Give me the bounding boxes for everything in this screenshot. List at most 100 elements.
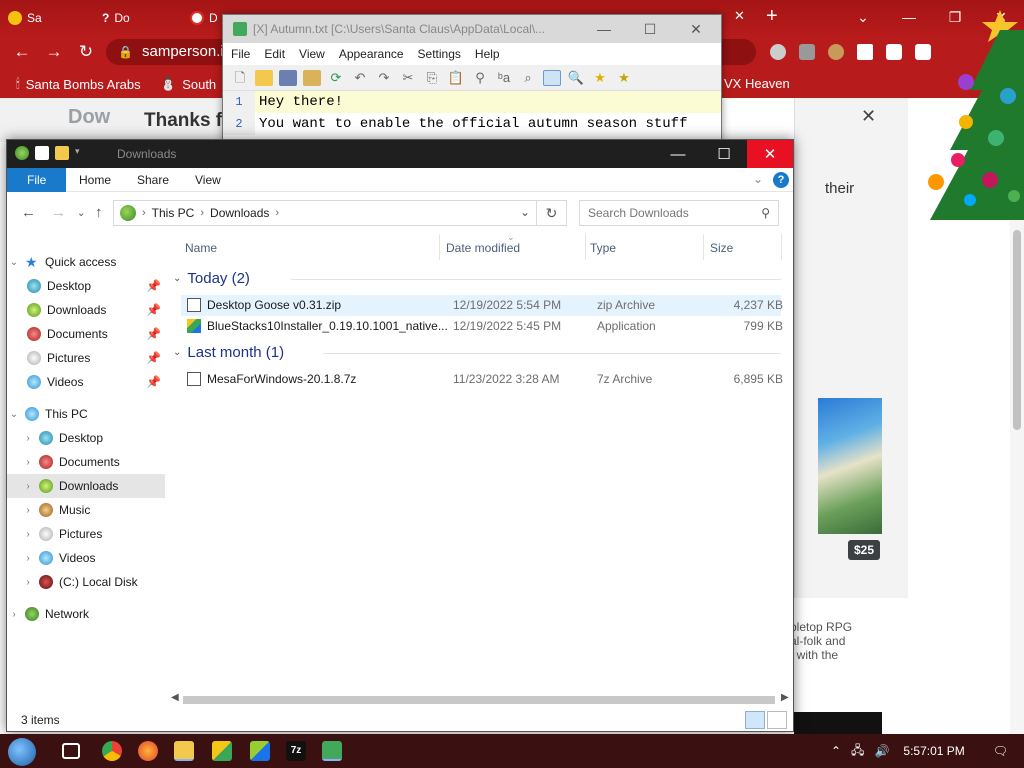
notepad2-icon[interactable] <box>322 741 342 761</box>
scroll-right-icon[interactable]: ▶ <box>781 692 789 703</box>
breadcrumb-downloads[interactable]: Downloads <box>210 206 269 220</box>
start-button[interactable] <box>8 738 36 766</box>
notepad-window[interactable]: [X] Autumn.txt [C:\Users\Santa Claus\App… <box>222 14 722 144</box>
firefox-icon[interactable] <box>138 741 158 761</box>
browser-tab[interactable]: D <box>184 4 224 32</box>
pin-icon[interactable]: 📌 <box>146 351 161 365</box>
maximize-button[interactable]: ☐ <box>627 15 673 43</box>
expanded-chevron-icon[interactable]: ⌄ <box>7 257 21 268</box>
breadcrumb-separator-icon[interactable]: › <box>275 207 279 219</box>
nav-pc-local-disk[interactable]: › (C:) Local Disk <box>7 570 165 594</box>
replace-icon[interactable]: ᵇa <box>495 70 513 86</box>
refresh-button[interactable]: ↻ <box>537 200 567 226</box>
save-icon[interactable] <box>279 69 297 86</box>
browser-tab[interactable]: Sa <box>2 4 48 32</box>
recent-locations-icon[interactable]: ⌄ <box>77 208 85 219</box>
tab-home[interactable]: Home <box>65 168 125 192</box>
column-date-modified[interactable]: Date modified <box>446 241 520 255</box>
address-bar[interactable]: › This PC › Downloads › ⌄ <box>113 200 537 226</box>
help-icon[interactable]: ? <box>773 172 789 188</box>
maximize-button[interactable]: ☐ <box>701 140 747 168</box>
breadcrumb-separator-icon[interactable]: › <box>142 207 146 219</box>
pin-icon[interactable]: 📌 <box>146 327 161 341</box>
find-icon[interactable]: ⚲ <box>471 70 489 86</box>
nav-pc-downloads[interactable]: › Downloads <box>7 474 165 498</box>
7zip-icon[interactable]: 7z <box>286 741 306 761</box>
zoom-icon[interactable]: 🔍 <box>567 70 585 86</box>
menu-help[interactable]: Help <box>475 43 500 65</box>
column-size[interactable]: Size <box>710 241 733 255</box>
scrollbar-thumb[interactable] <box>183 696 775 704</box>
expanded-chevron-icon[interactable]: ⌄ <box>7 409 21 420</box>
pin-icon[interactable]: 📌 <box>146 279 161 293</box>
reload-icon[interactable]: ⟳ <box>327 70 345 86</box>
new-folder-icon[interactable] <box>55 146 69 160</box>
collapsed-chevron-icon[interactable]: › <box>21 529 35 540</box>
collapsed-chevron-icon[interactable]: › <box>21 553 35 564</box>
nav-this-pc[interactable]: ⌄ This PC <box>7 402 165 426</box>
copy-icon[interactable]: ⎘ <box>423 70 441 86</box>
pin-icon[interactable]: 📌 <box>146 375 161 389</box>
wordwrap-icon[interactable] <box>543 69 561 86</box>
scroll-left-icon[interactable]: ◀ <box>171 692 179 703</box>
tab-view[interactable]: View <box>181 168 235 192</box>
nav-quick-documents[interactable]: Documents 📌 <box>7 322 165 346</box>
breadcrumb-this-pc[interactable]: This PC <box>152 206 195 220</box>
menu-file[interactable]: File <box>231 43 250 65</box>
network-tray-icon[interactable]: 🖧 <box>851 741 864 762</box>
open-icon[interactable] <box>255 69 273 86</box>
forward-button[interactable]: → <box>51 204 66 221</box>
nav-quick-pictures[interactable]: Pictures 📌 <box>7 346 165 370</box>
media-icon[interactable] <box>886 44 902 60</box>
collapsed-chevron-icon[interactable]: › <box>7 609 21 620</box>
cut-icon[interactable]: ✂ <box>399 70 417 86</box>
nav-network[interactable]: › Network <box>7 602 165 626</box>
minimize-button[interactable]: — <box>581 15 627 43</box>
expand-ribbon-icon[interactable]: ⌄ <box>753 172 763 186</box>
properties-icon[interactable] <box>35 146 49 160</box>
avatar-extension-icon[interactable] <box>828 44 844 60</box>
collapsed-chevron-icon[interactable]: › <box>21 481 35 492</box>
breadcrumb-separator-icon[interactable]: › <box>200 207 204 219</box>
favorites-icon[interactable]: ★ <box>591 70 609 86</box>
bluestacks-taskbar-icon[interactable] <box>212 741 232 761</box>
redo-icon[interactable]: ↷ <box>375 70 393 86</box>
explorer-titlebar[interactable]: ▾ Downloads — ☐ ✕ <box>7 140 793 168</box>
tab-search-icon[interactable]: ⌄ <box>840 0 886 34</box>
flag-extension-icon[interactable] <box>770 44 786 60</box>
forward-button[interactable]: → <box>38 42 70 62</box>
notepad-editor[interactable]: 1 Hey there! 2 You want to enable the of… <box>223 91 721 135</box>
nav-quick-access[interactable]: ⌄ ★ Quick access <box>7 250 165 274</box>
column-divider[interactable] <box>703 234 704 260</box>
pin-icon[interactable]: 📌 <box>146 303 161 317</box>
undo-icon[interactable]: ↶ <box>351 70 369 86</box>
group-header[interactable]: ⌄ Today (2) <box>173 270 781 287</box>
collapsed-chevron-icon[interactable]: › <box>21 505 35 516</box>
table-row[interactable]: Desktop Goose v0.31.zip 12/19/2022 5:54 … <box>181 295 783 316</box>
notifications-icon[interactable]: 🗨 <box>993 744 1008 758</box>
group-header[interactable]: ⌄ Last month (1) <box>173 344 781 361</box>
nav-quick-desktop[interactable]: Desktop 📌 <box>7 274 165 298</box>
search-input[interactable]: Search Downloads ⚲ <box>579 200 779 226</box>
column-divider[interactable] <box>585 234 586 260</box>
back-button[interactable]: ← <box>21 204 36 221</box>
large-icons-view-icon[interactable] <box>767 711 787 729</box>
browse-icon[interactable] <box>303 69 321 86</box>
tab-file[interactable]: File <box>7 168 67 192</box>
collapsed-chevron-icon[interactable]: › <box>21 457 35 468</box>
bookmark-item[interactable]: 🕯 Santa Bombs Arabs <box>16 76 141 92</box>
game-artwork[interactable] <box>818 398 882 534</box>
close-tab-icon[interactable]: ✕ <box>734 8 745 24</box>
bluestacks-multi-icon[interactable] <box>250 741 270 761</box>
new-icon[interactable]: 🗋 <box>231 70 249 86</box>
column-divider[interactable] <box>781 234 782 260</box>
back-button[interactable]: ← <box>6 42 38 62</box>
close-dialog-icon[interactable]: ✕ <box>861 106 876 127</box>
up-button[interactable]: ↑ <box>95 204 103 221</box>
add-favorite-icon[interactable]: ★ <box>615 70 633 86</box>
group-collapse-icon[interactable]: ⌄ <box>173 347 181 358</box>
task-view-icon[interactable] <box>62 743 80 759</box>
bookmark-item[interactable]: VX Heaven <box>724 76 790 91</box>
nav-pc-music[interactable]: › Music <box>7 498 165 522</box>
volume-icon[interactable]: 🔊 <box>874 744 889 758</box>
